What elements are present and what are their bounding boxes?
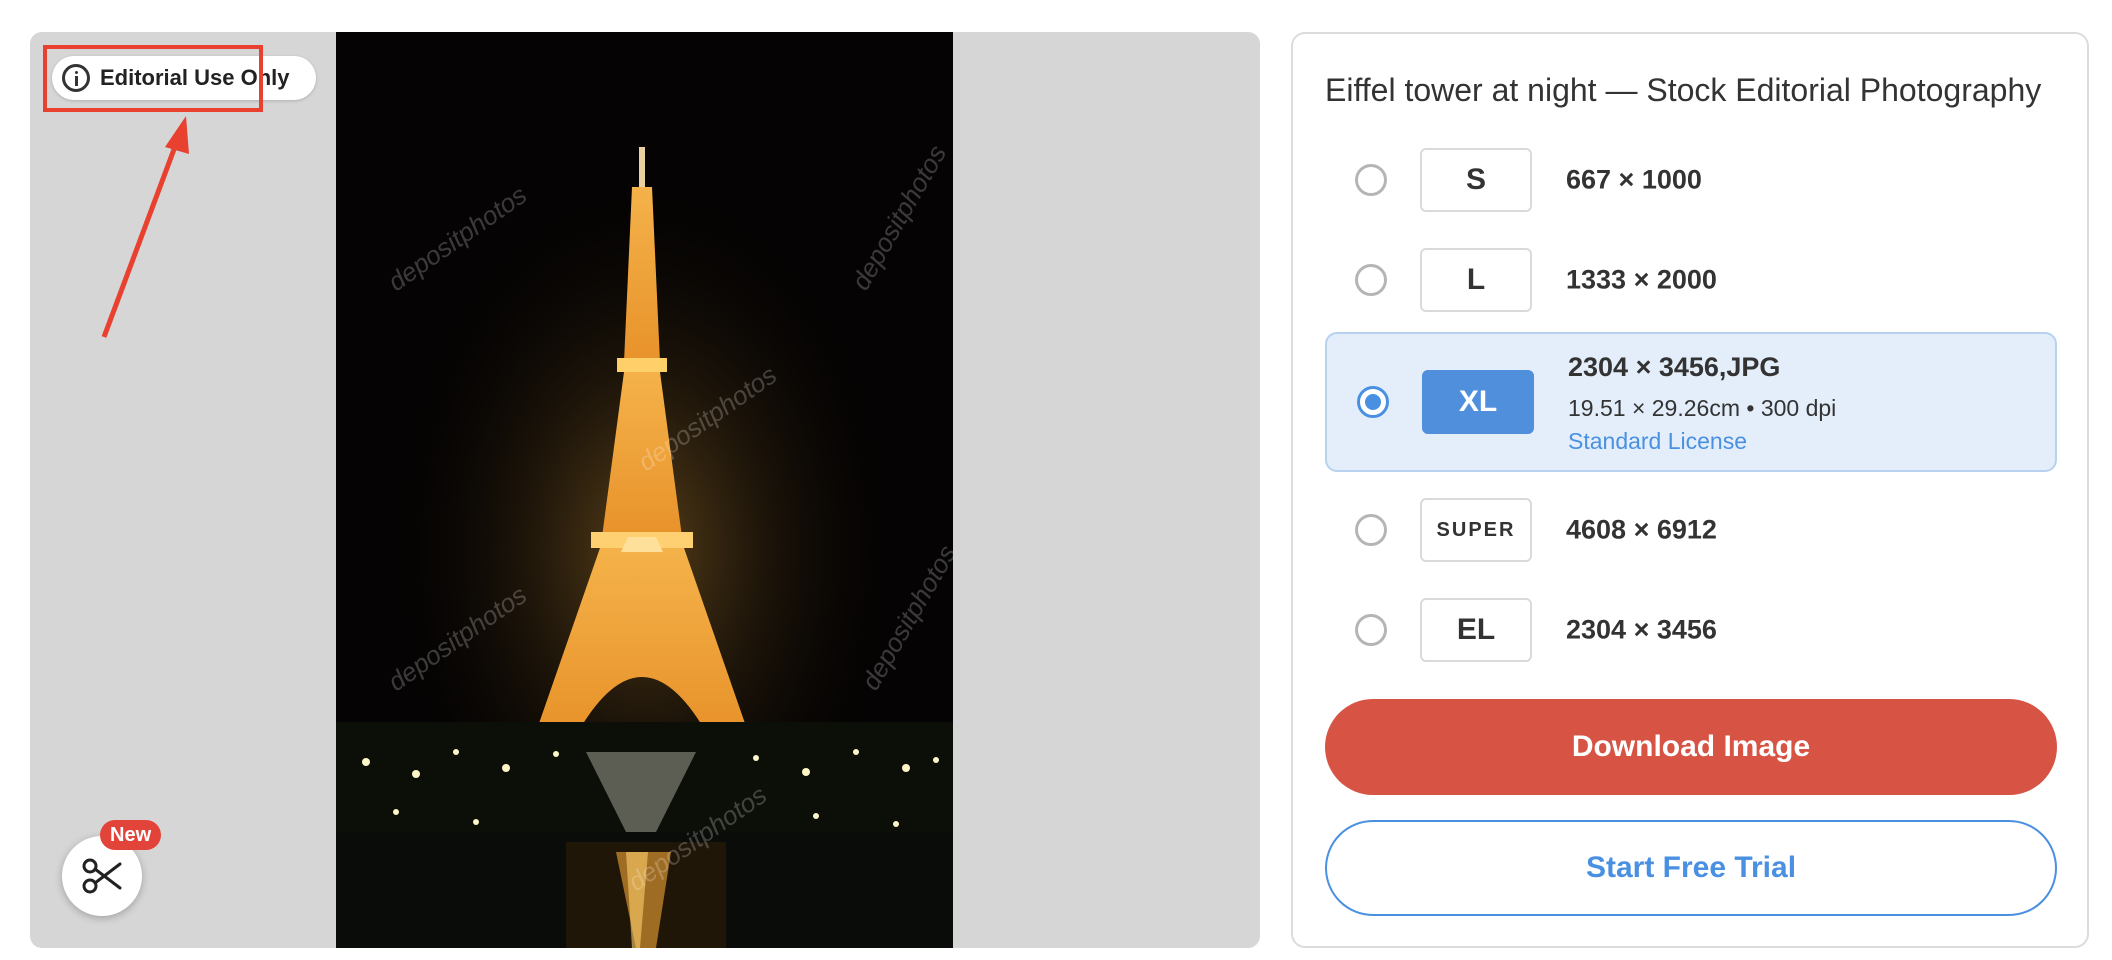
print-size-detail: 19.51 × 29.26cm • 300 dpi (1568, 395, 1837, 421)
radio-icon[interactable] (1355, 514, 1387, 546)
scissors-icon (82, 858, 122, 894)
radio-icon[interactable] (1355, 264, 1387, 296)
size-option-l[interactable]: L 1333 × 2000 (1325, 210, 2057, 350)
size-code: S (1420, 148, 1532, 212)
xl-size-details: 2304 × 3456,JPG 19.51 × 29.26cm • 300 dp… (1568, 352, 1836, 455)
size-dimensions: 2304 × 3456,JPG (1568, 352, 1781, 382)
new-badge: New (100, 820, 162, 850)
standard-license-link[interactable]: Standard License (1568, 428, 1836, 455)
size-dimensions: 2304 × 3456 (1566, 614, 1717, 645)
radio-icon[interactable] (1355, 614, 1387, 646)
size-code: L (1420, 248, 1532, 312)
size-option-xl[interactable]: XL 2304 × 3456,JPG 19.51 × 29.26cm • 300… (1325, 332, 2057, 472)
size-dimensions: 667 × 1000 (1566, 164, 1702, 195)
size-option-el[interactable]: EL 2304 × 3456 (1325, 560, 2057, 700)
size-selection-panel: Eiffel tower at night — Stock Editorial … (1291, 32, 2089, 948)
radio-icon[interactable] (1357, 386, 1389, 418)
image-preview: depositphotos depositphotos depositphoto… (30, 32, 1260, 948)
start-free-trial-button[interactable]: Start Free Trial (1325, 820, 2057, 916)
size-dimensions: 1333 × 2000 (1566, 264, 1717, 295)
eiffel-tower-photo: depositphotos depositphotos depositphoto… (336, 32, 953, 948)
size-code: XL (1422, 370, 1534, 434)
radio-icon[interactable] (1355, 164, 1387, 196)
annotation-arrow (101, 116, 189, 338)
size-dimensions: 4608 × 6912 (1566, 514, 1717, 545)
download-image-button[interactable]: Download Image (1325, 699, 2057, 795)
page-title: Eiffel tower at night — Stock Editorial … (1325, 72, 2042, 108)
size-code: SUPER (1420, 498, 1532, 562)
size-code: EL (1420, 598, 1532, 662)
